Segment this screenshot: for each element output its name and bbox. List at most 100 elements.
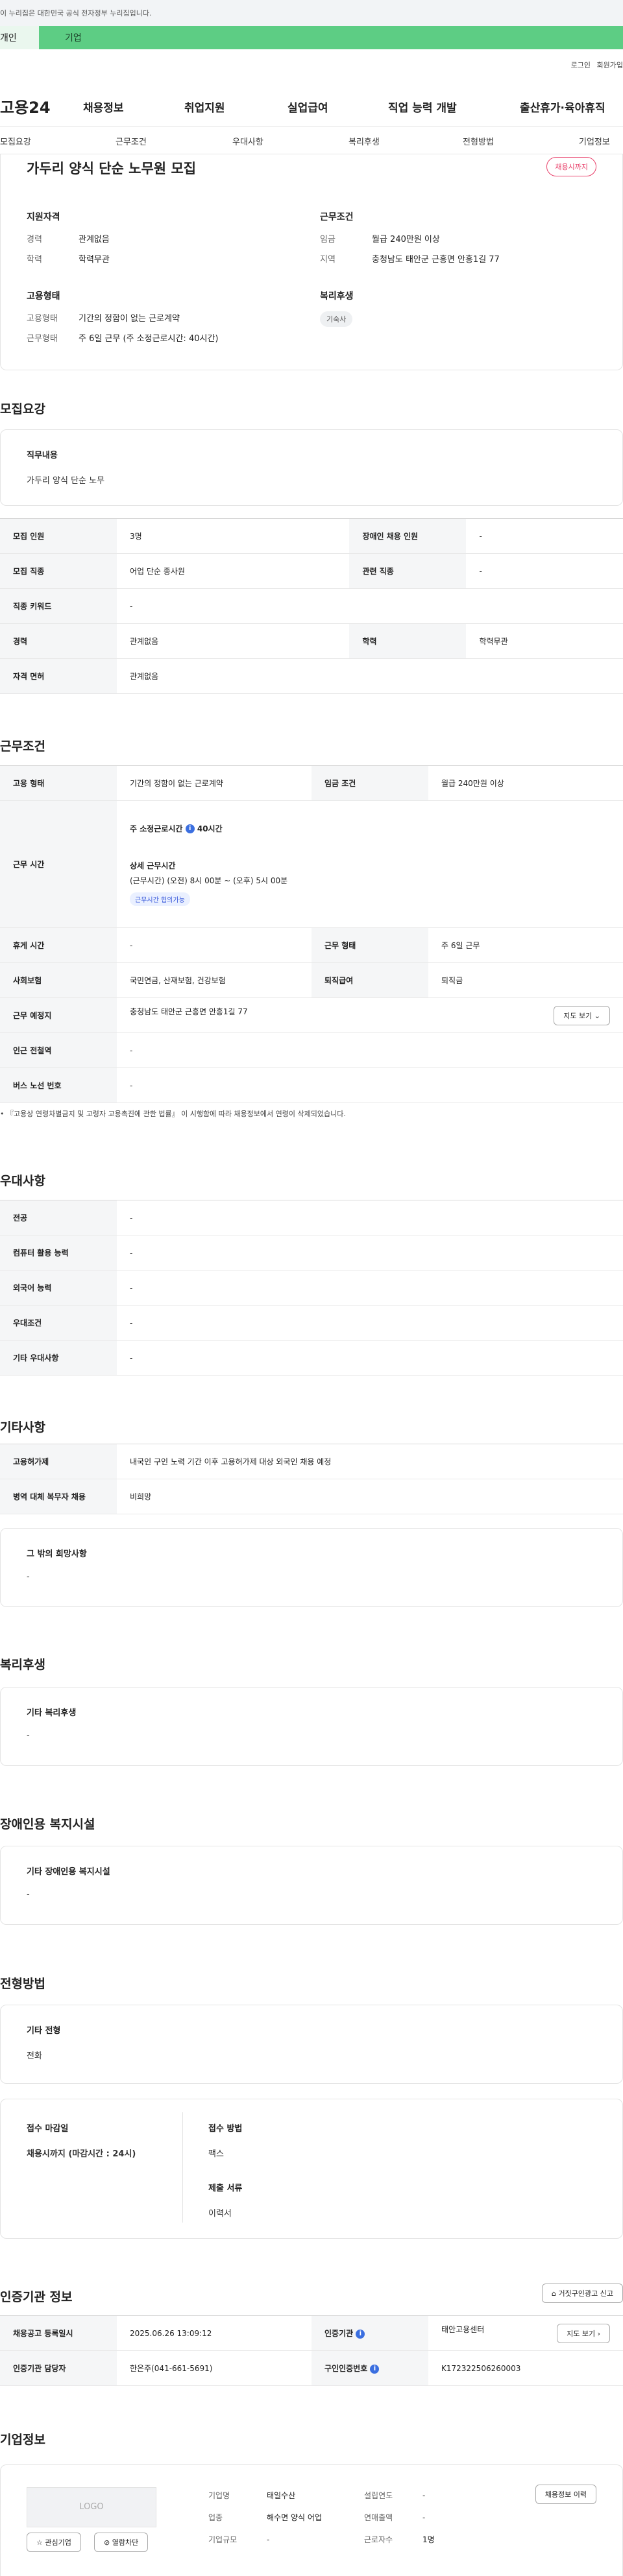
company-value: - (422, 2513, 426, 2522)
anchor-selection[interactable]: 전형방법 (463, 135, 494, 147)
section-title-work: 근무조건 (0, 739, 45, 754)
other-wishes-box: 그 밖의 희망사항 - (0, 1528, 623, 1607)
section-title-recruit: 모집요강 (0, 402, 45, 416)
cell-value: 한은주(041-661-5691) (117, 2350, 312, 2386)
block-view-button[interactable]: ⊘ 열람차단 (94, 2533, 149, 2552)
cell-value: 3명 (117, 518, 350, 554)
join-link[interactable]: 회원가입 (597, 60, 623, 70)
tab-company[interactable]: 기업 (39, 26, 623, 49)
cell-value: 2025.06.26 13:09:12 (117, 2315, 312, 2351)
qual-value: 학력무관 (79, 255, 110, 265)
cell-label: 경력 (0, 623, 117, 659)
chevron-down-icon: ⌄ (594, 1011, 600, 1020)
cell-label: 우대조건 (0, 1305, 117, 1341)
section-title-disability: 장애인용 복지시설 (0, 1817, 95, 1831)
employment-title: 고용형태 (27, 291, 60, 302)
home-icon: ⌂ (552, 2289, 557, 2298)
method-title: 접수 방법 (208, 2124, 243, 2134)
table-row: 외국어 능력 - (0, 1270, 623, 1306)
company-label: 연매출액 (364, 2513, 393, 2522)
condition-title: 근무조건 (320, 212, 354, 222)
cell-label: 근무 예정지 (0, 997, 117, 1033)
nav-employment-support[interactable]: 취업지원 (184, 99, 225, 115)
emp-value: 기간의 정함이 없는 근로계약 (79, 314, 180, 324)
util-bar: 로그인 회원가입 (0, 49, 623, 86)
anchor-recruit[interactable]: 모집요강 (0, 135, 31, 147)
block-label: 열람차단 (112, 2538, 139, 2547)
table-row: 모집 직종 어업 단순 종사원 관련 직종 - (0, 553, 623, 589)
table-row: 우대조건 - (0, 1305, 623, 1341)
info-icon[interactable]: i (356, 2329, 365, 2339)
nav-unemployment-benefit[interactable]: 실업급여 (287, 99, 328, 115)
cell-value: - (117, 1270, 623, 1306)
nav-parental-leave[interactable]: 출산휴가·육아휴직 (520, 99, 605, 115)
cell-label: 인증기관 i (312, 2315, 428, 2351)
info-icon[interactable]: i (370, 2364, 380, 2374)
cell-label: 관련 직종 (349, 553, 467, 589)
favorite-company-button[interactable]: ☆ 관심기업 (27, 2533, 81, 2552)
qual-value: 관계없음 (79, 235, 110, 244)
cell-value: 월급 240만원 이상 (428, 765, 623, 801)
cell-value: 비희망 (117, 1479, 623, 1514)
deadline-title: 접수 마감일 (27, 2124, 69, 2134)
anchor-preference[interactable]: 우대사항 (232, 135, 263, 147)
deadline-value: 채용시까지 (마감시간 : 24시) (27, 2149, 136, 2159)
false-ad-report-button[interactable]: ⌂ 거짓구인광고 신고 (542, 2284, 623, 2303)
company-label: 기업명 (208, 2491, 230, 2500)
welfare-value: - (27, 1731, 30, 1741)
table-row: 전공 - (0, 1200, 623, 1235)
emp-value: 주 6일 근무 (주 소정근로시간: 40시간) (79, 334, 219, 344)
cell-label: 병역 대체 복무자 채용 (0, 1479, 117, 1514)
emp-label: 고용형태 (27, 314, 58, 324)
map-button[interactable]: 지도 보기 ⌄ (554, 1005, 610, 1025)
company-value: - (422, 2491, 426, 2500)
cell-label: 휴게 시간 (0, 927, 117, 963)
login-link[interactable]: 로그인 (571, 60, 591, 70)
detail-hours-title: 상세 근무시간 (130, 861, 176, 870)
agency-map-button[interactable]: 지도 보기 › (557, 2323, 610, 2343)
employment-group: 고용형태 고용형태 기간의 정함이 없는 근로계약 근무형태 주 6일 근무 (주 … (27, 289, 312, 352)
report-button-label: 거짓구인광고 신고 (558, 2289, 613, 2298)
org-value: 태안고용센터 (441, 2324, 485, 2334)
cert-no-label: 구인인증번호 (324, 2364, 368, 2373)
disability-label: 기타 장애인용 복지시설 (27, 1867, 110, 1877)
cell-label: 모집 인원 (0, 518, 117, 554)
table-row: 고용 형태 기간의 정함이 없는 근로계약 임금 조건 월급 240만원 이상 (0, 765, 623, 801)
job-history-button[interactable]: 채용정보 이력 (535, 2485, 596, 2504)
cell-label: 버스 노선 번호 (0, 1067, 117, 1103)
anchor-work[interactable]: 근무조건 (116, 135, 147, 147)
info-icon[interactable]: i (185, 824, 195, 833)
welfare-label: 기타 복리후생 (27, 1708, 77, 1718)
cond-value: 충청남도 태안군 근흥면 안흥1길 77 (372, 255, 500, 265)
anchor-company[interactable]: 기업정보 (579, 135, 610, 147)
site-logo[interactable]: 고용24 (0, 95, 71, 117)
cell-label: 인근 전철역 (0, 1032, 117, 1068)
nav-vocational-training[interactable]: 직업 능력 개발 (388, 99, 457, 115)
welfare-box: 기타 복리후생 - (0, 1687, 623, 1766)
cell-label: 컴퓨터 활용 능력 (0, 1235, 117, 1270)
section-title-preference: 우대사항 (0, 1174, 45, 1188)
place-value: 충청남도 태안군 근흥면 안흥1길 77 (130, 1007, 248, 1016)
bullet-icon: • (0, 1110, 5, 1118)
cell-value: 퇴직금 (428, 962, 623, 998)
etc-table: 고용허가제 내국인 구인 노력 기간 이후 고용허가제 대상 외국인 채용 예정 … (0, 1444, 623, 1514)
company-label: 근로자수 (364, 2535, 393, 2544)
deadline-badge: 채용시까지 (546, 157, 596, 176)
cell-value: 관계없음 (117, 623, 350, 659)
cell-label: 채용공고 등록일시 (0, 2315, 117, 2351)
cell-value: - (466, 518, 623, 554)
table-row: 병역 대체 복무자 채용 비희망 (0, 1479, 623, 1514)
cell-value: 관계없음 (117, 658, 623, 694)
company-logo: LOGO (27, 2487, 156, 2527)
nav-jobs[interactable]: 채용정보 (83, 99, 124, 115)
block-icon: ⊘ (104, 2538, 110, 2547)
cell-label: 사회보험 (0, 962, 117, 998)
table-row: 인증기관 담당자 한은주(041-661-5691) 구인인증번호 i K172322… (0, 2350, 623, 2386)
anchor-welfare[interactable]: 복리후생 (348, 135, 380, 147)
company-label: 업종 (208, 2513, 223, 2522)
cell-value: - (117, 1235, 623, 1270)
cell-label: 장애인 채용 인원 (349, 518, 467, 554)
cond-value: 월급 240만원 이상 (372, 235, 440, 244)
section-title-company: 기업정보 (0, 2433, 45, 2447)
tab-personal[interactable]: 개인 (0, 26, 39, 49)
